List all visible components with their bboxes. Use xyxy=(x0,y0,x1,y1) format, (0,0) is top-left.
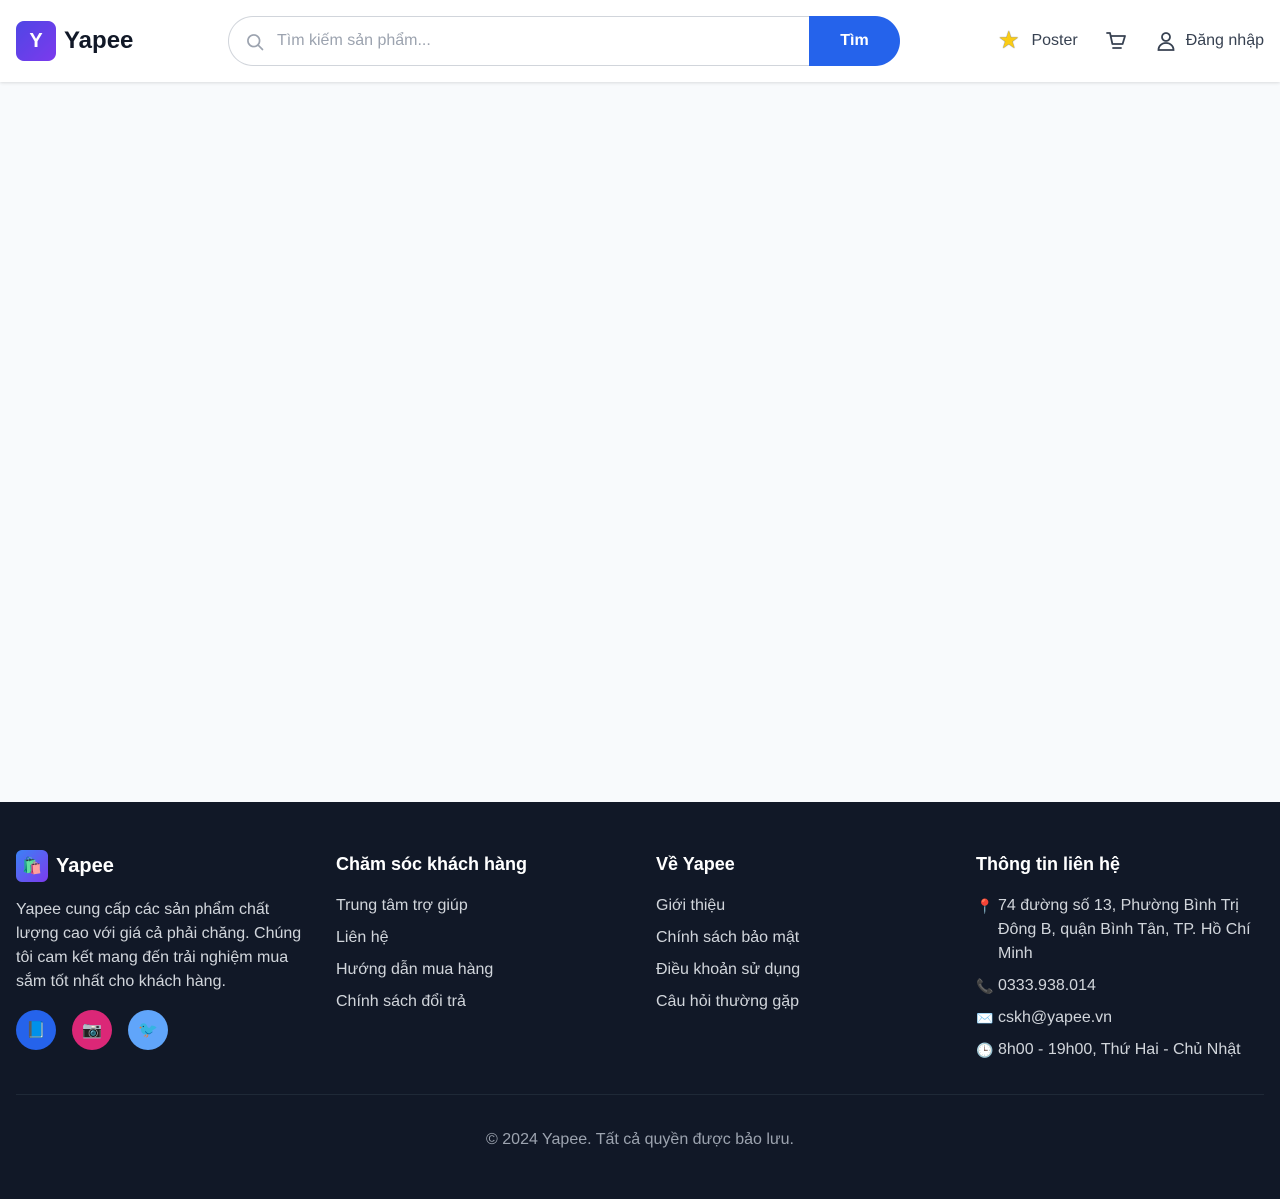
footer-about: Về Yapee Giới thiệu Chính sách bảo mật Đ… xyxy=(656,850,944,1022)
contact-address: 📍 74 đường số 13, Phường Bình Trị Đông B… xyxy=(976,894,1264,966)
map-pin-icon: 📍 xyxy=(976,898,994,914)
footer-brand-name: Yapee xyxy=(56,854,114,877)
contact-email-text[interactable]: cskh@yapee.vn xyxy=(998,1006,1264,1030)
contact-list: 📍 74 đường số 13, Phường Bình Trị Đông B… xyxy=(976,894,1264,1062)
search-field xyxy=(228,16,810,66)
contact-heading: Thông tin liên hệ xyxy=(976,854,1120,874)
footer-link-buying-guide[interactable]: Hướng dẫn mua hàng xyxy=(336,958,624,982)
footer-link-return-policy[interactable]: Chính sách đổi trả xyxy=(336,990,624,1014)
cart-button[interactable] xyxy=(1104,29,1128,53)
header-actions: ★ Poster Đăng nhập xyxy=(998,0,1264,82)
facebook-icon[interactable]: 📘 xyxy=(16,1010,56,1050)
login-button[interactable]: Đăng nhập xyxy=(1154,29,1264,53)
phone-icon: 📞 xyxy=(976,978,994,994)
site-footer: 🛍️ Yapee Yapee cung cấp các sản phẩm chấ… xyxy=(0,802,1280,1199)
footer-description: Yapee cung cấp các sản phẩm chất lượng c… xyxy=(16,901,302,990)
twitter-icon[interactable]: 🐦 xyxy=(128,1010,168,1050)
brand-name: Yapee xyxy=(64,27,134,54)
footer-link-faq[interactable]: Câu hỏi thường gặp xyxy=(656,990,944,1014)
star-icon: ★ xyxy=(997,27,1020,54)
search-icon xyxy=(247,34,264,51)
footer-brand: 🛍️ Yapee xyxy=(16,850,304,882)
instagram-icon[interactable]: 📷 xyxy=(72,1010,112,1050)
search-button[interactable]: Tìm xyxy=(809,16,900,66)
contact-email: ✉️ cskh@yapee.vn xyxy=(976,1006,1264,1030)
poster-label: Poster xyxy=(1031,32,1078,49)
footer-link-contact[interactable]: Liên hệ xyxy=(336,926,624,950)
customer-care-heading: Chăm sóc khách hàng xyxy=(336,854,528,874)
login-label: Đăng nhập xyxy=(1185,32,1264,49)
mail-icon: ✉️ xyxy=(976,1010,994,1026)
about-links: Giới thiệu Chính sách bảo mật Điều khoản… xyxy=(656,894,944,1014)
site-logo[interactable]: Y Yapee xyxy=(16,21,133,61)
about-heading: Về Yapee xyxy=(656,854,735,874)
customer-care-links: Trung tâm trợ giúp Liên hệ Hướng dẫn mua… xyxy=(336,894,624,1014)
footer-divider xyxy=(16,1094,1264,1095)
search-form: Tìm xyxy=(228,16,900,66)
social-links: 📘 📷 🐦 xyxy=(16,1010,304,1050)
contact-hours-text: 8h00 - 19h00, Thứ Hai - Chủ Nhật xyxy=(998,1041,1241,1058)
footer-link-terms[interactable]: Điều khoản sử dụng xyxy=(656,958,944,982)
copyright-text: © 2024 Yapee. Tất cả quyền được bảo lưu. xyxy=(486,1131,794,1148)
contact-hours: 🕒 8h00 - 19h00, Thứ Hai - Chủ Nhật xyxy=(976,1038,1264,1062)
cart-icon xyxy=(1105,32,1126,49)
poster-link[interactable]: ★ Poster xyxy=(998,29,1078,53)
footer-contact: Thông tin liên hệ 📍 74 đường số 13, Phườ… xyxy=(976,850,1264,1070)
contact-address-text: 74 đường số 13, Phường Bình Trị Đông B, … xyxy=(998,897,1251,962)
site-header: Y Yapee Tìm ★ Poster Đ xyxy=(0,0,1280,82)
footer-about-brand: 🛍️ Yapee Yapee cung cấp các sản phẩm chấ… xyxy=(16,850,304,1050)
footer-link-introduction[interactable]: Giới thiệu xyxy=(656,894,944,918)
logo-mark: Y xyxy=(16,21,56,61)
contact-phone: 📞 0333.938.014 xyxy=(976,974,1264,998)
search-input[interactable] xyxy=(277,17,797,65)
contact-phone-text[interactable]: 0333.938.014 xyxy=(998,974,1264,998)
footer-link-help-center[interactable]: Trung tâm trợ giúp xyxy=(336,894,624,918)
shopping-bags-icon: 🛍️ xyxy=(16,850,48,882)
clock-icon: 🕒 xyxy=(976,1042,994,1058)
footer-link-privacy-policy[interactable]: Chính sách bảo mật xyxy=(656,926,944,950)
footer-customer-care: Chăm sóc khách hàng Trung tâm trợ giúp L… xyxy=(336,850,624,1022)
user-icon xyxy=(1157,32,1175,51)
